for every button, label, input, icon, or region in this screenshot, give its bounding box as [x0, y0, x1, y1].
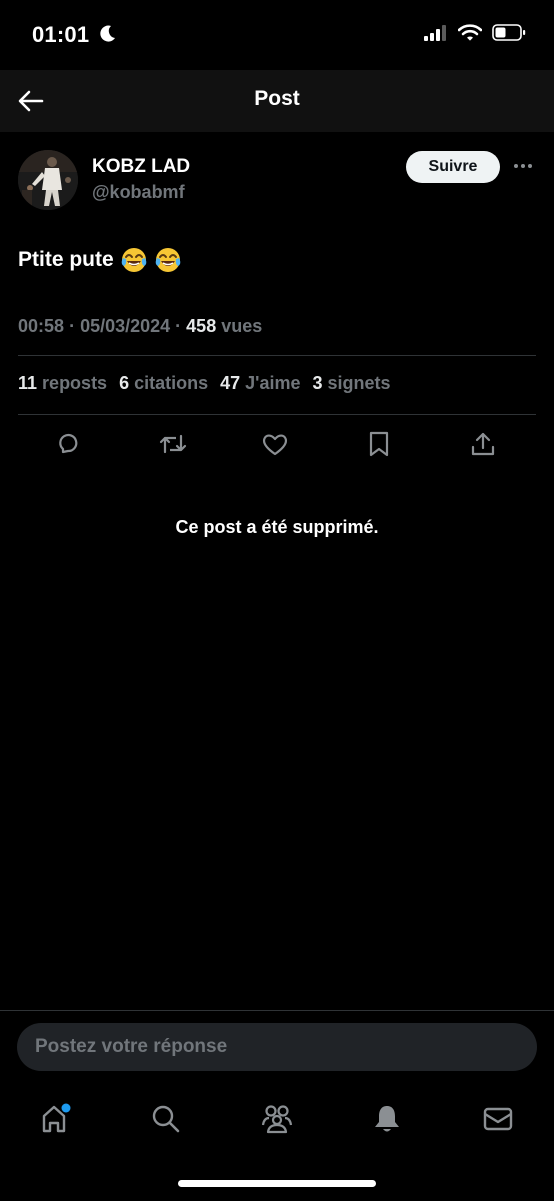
post-actions — [0, 427, 554, 461]
share-button[interactable] — [466, 427, 500, 461]
home-icon — [42, 1103, 71, 1133]
deleted-post-message: Ce post a été supprimé. — [175, 517, 379, 537]
nav-header: Post — [0, 70, 554, 132]
stat-reposts[interactable]: 11 reposts — [18, 373, 107, 394]
search-icon — [152, 1105, 180, 1133]
cellular-signal-icon — [424, 24, 446, 41]
stat-citations[interactable]: 6 citations — [119, 373, 208, 394]
bottom-bar: Postez votre réponse — [0, 1010, 554, 1201]
reply-placeholder: Postez votre réponse — [35, 1036, 228, 1057]
heart-icon — [263, 434, 287, 456]
tears-of-joy-emoji-icon — [155, 248, 180, 272]
tab-notifications[interactable] — [367, 1099, 407, 1139]
views-count: 458 — [186, 316, 217, 336]
follow-button[interactable]: Suivre — [406, 151, 500, 183]
wifi-icon — [458, 24, 482, 41]
post-meta: 00:58 · 05/03/2024 · 458 vues — [18, 316, 263, 336]
reply-icon — [59, 433, 78, 454]
stat-bookmarks[interactable]: 3 signets — [313, 373, 391, 394]
communities-icon — [261, 1105, 293, 1134]
post-date: 05/03/2024 — [80, 316, 171, 336]
reply-button[interactable] — [51, 427, 85, 461]
repost-button[interactable] — [156, 427, 190, 461]
author-display-name[interactable]: KOBZ LAD — [92, 156, 190, 178]
moon-icon — [100, 25, 115, 42]
bookmark-icon — [369, 431, 389, 457]
divider — [18, 414, 536, 415]
tab-home[interactable] — [36, 1099, 76, 1139]
mail-icon — [483, 1107, 513, 1131]
page-title: Post — [254, 87, 300, 110]
bookmark-button[interactable] — [362, 427, 396, 461]
share-icon — [471, 432, 495, 456]
bell-icon — [375, 1106, 399, 1132]
tears-of-joy-emoji-icon — [121, 248, 146, 272]
post-stats: 11 reposts 6 citations 47 J'aime 3 signe… — [18, 373, 391, 394]
reply-input[interactable]: Postez votre réponse — [17, 1023, 537, 1071]
post-author: KOBZ LAD @kobabmf Suivre — [18, 150, 536, 214]
battery-icon — [492, 24, 526, 41]
post-time: 00:58 — [18, 316, 65, 336]
status-bar: 01:01 — [0, 0, 554, 70]
tab-search[interactable] — [146, 1099, 186, 1139]
views-label: vues — [221, 316, 263, 336]
more-options-icon[interactable] — [510, 156, 536, 176]
tab-communities[interactable] — [257, 1099, 297, 1139]
system-icons — [424, 24, 526, 41]
post-text: Ptite pute — [18, 246, 182, 274]
post-text-content: Ptite pute — [18, 248, 114, 271]
stat-likes[interactable]: 47 J'aime — [220, 373, 300, 394]
like-button[interactable] — [258, 427, 292, 461]
tab-bar — [0, 1099, 554, 1139]
tab-messages[interactable] — [478, 1099, 518, 1139]
status-time: 01:01 — [32, 22, 90, 47]
repost-icon — [159, 434, 187, 454]
home-indicator[interactable] — [178, 1180, 376, 1187]
author-handle[interactable]: @kobabmf — [92, 182, 185, 203]
avatar-image — [18, 150, 78, 210]
divider — [18, 355, 536, 356]
avatar[interactable] — [18, 150, 78, 210]
